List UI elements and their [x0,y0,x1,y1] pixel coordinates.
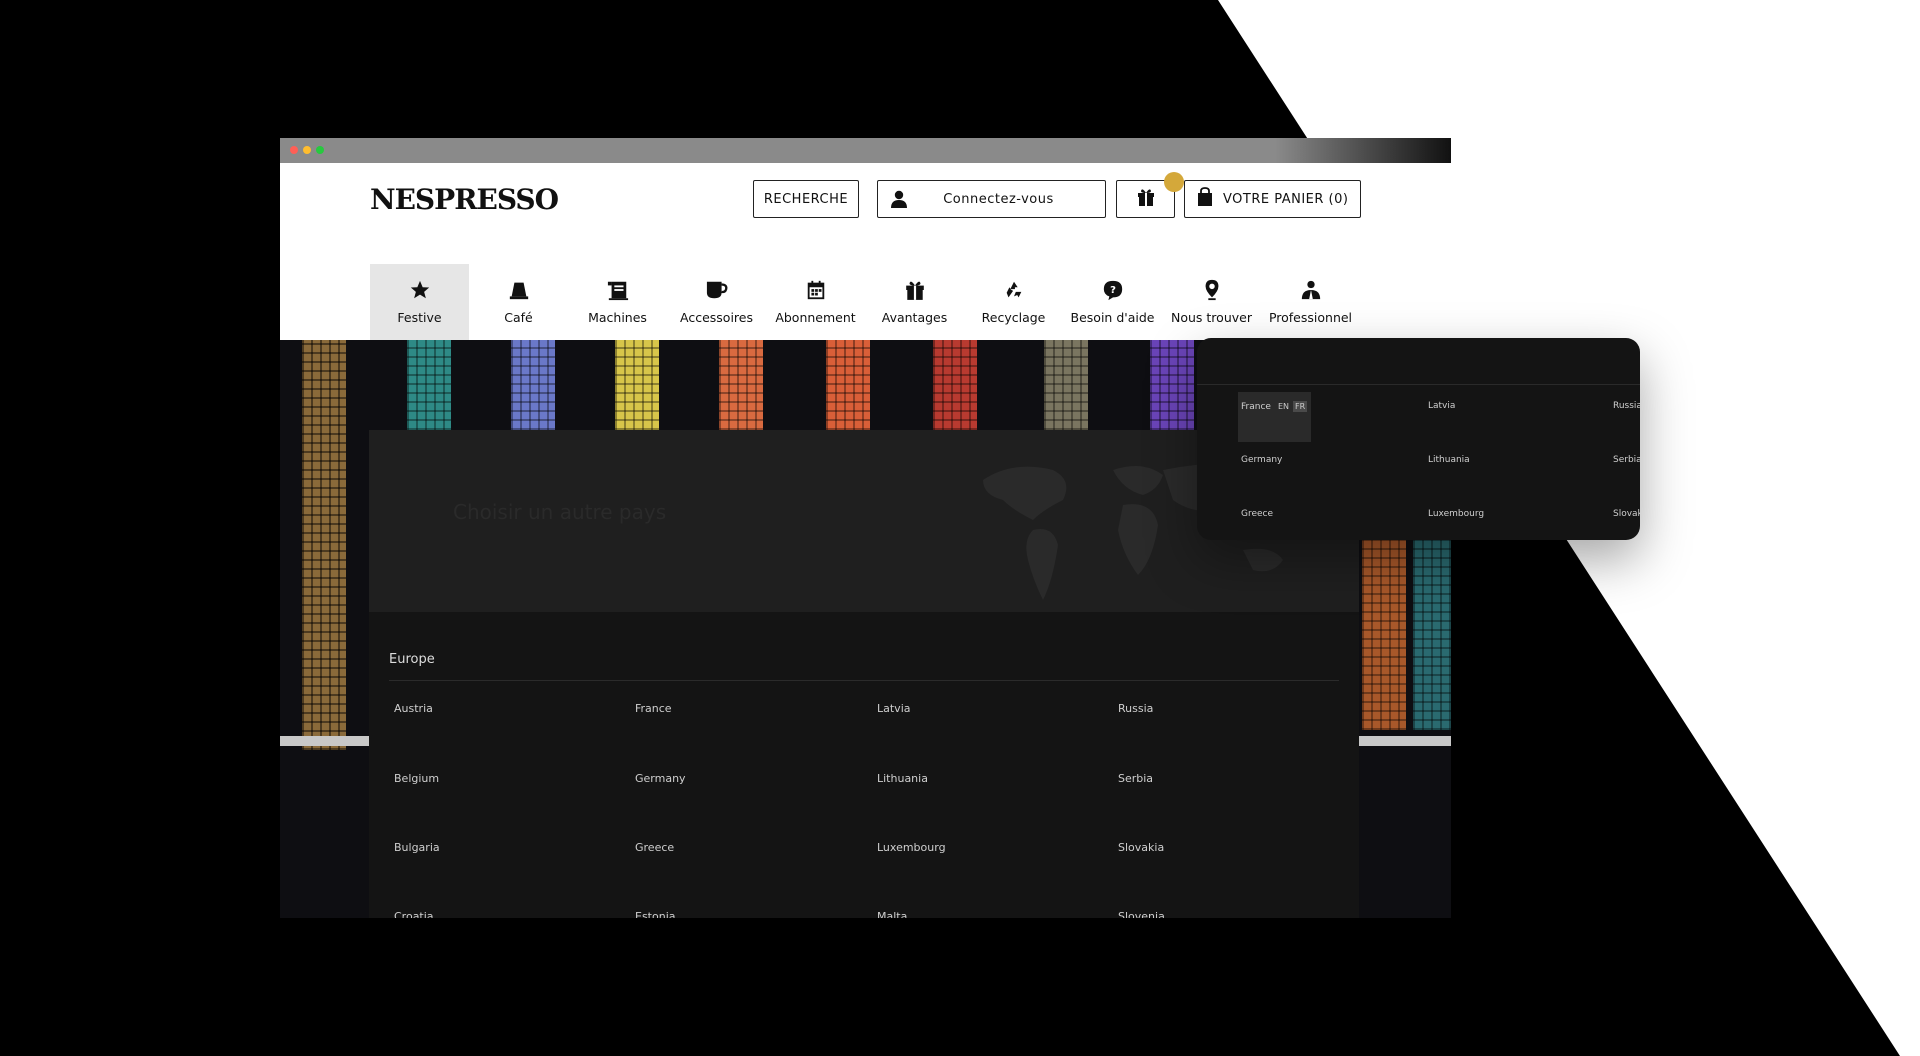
country-link[interactable]: Austria [394,702,433,715]
browser-title-bar [280,138,1451,163]
popup-country[interactable]: Luxembourg [1428,509,1484,519]
popup-country[interactable]: Russia [1613,401,1640,411]
divider [1197,384,1640,385]
main-navigation: Festive Café Machines Accessoires Abonne… [370,264,1360,345]
nav-item-machines[interactable]: Machines [568,264,667,345]
minimize-window-icon[interactable] [303,146,311,154]
calendar-icon [805,276,827,304]
nav-item-avantages[interactable]: Avantages [865,264,964,345]
nav-label-machines: Machines [588,310,647,325]
country-link[interactable]: Lithuania [877,772,928,785]
nav-item-abonnement[interactable]: Abonnement [766,264,865,345]
country-link[interactable]: Slovakia [1118,841,1164,854]
cup-icon [704,276,730,304]
language-option-fr[interactable]: FR [1293,401,1308,412]
search-button-label: RECHERCHE [763,191,849,207]
nav-item-festive[interactable]: Festive [370,264,469,345]
popup-country[interactable]: Latvia [1428,401,1455,411]
maximize-window-icon[interactable] [316,146,324,154]
coffee-capsule-icon [508,276,530,304]
popup-country[interactable]: Lithuania [1428,455,1470,465]
popup-country[interactable]: Greece [1241,509,1273,519]
country-link[interactable]: Serbia [1118,772,1153,785]
close-window-icon[interactable] [290,146,298,154]
country-selector-title: Choisir un autre pays [453,500,667,524]
login-button[interactable]: Connectez-vous [877,180,1106,218]
star-icon [409,276,431,304]
professional-icon [1299,276,1323,304]
nav-label-professionnel: Professionnel [1268,310,1353,325]
site-header: NESPRESSO RECHERCHE Connectez-vous VOTRE… [280,163,1451,345]
nav-label-recyclage: Recyclage [981,310,1046,325]
help-icon: ? [1101,276,1125,304]
divider [389,680,1339,681]
popup-country[interactable]: Serbia [1613,455,1640,465]
capsule-column [1044,340,1088,430]
cart-button-label: VOTRE PANIER (0) [1223,191,1349,207]
capsule-column [407,340,451,430]
capsule-column [1362,540,1406,730]
shelf-edge [280,736,369,746]
capsule-column [302,340,346,750]
capsule-column [615,340,659,430]
login-button-label: Connectez-vous [943,191,1054,207]
nav-label-cafe: Café [504,310,533,325]
nav-label-nous-trouver: Nous trouver [1171,310,1252,325]
country-link[interactable]: Russia [1118,702,1153,715]
capsule-column [511,340,555,430]
active-country-tile[interactable] [1238,392,1311,442]
capsule-column [1413,540,1451,730]
recycle-icon [1003,276,1025,304]
country-link[interactable]: Germany [635,772,686,785]
country-link[interactable]: Belgium [394,772,439,785]
nav-label-accessoires: Accessoires [680,310,753,325]
country-link[interactable]: Bulgaria [394,841,440,854]
shelf-edge [1359,736,1451,746]
capsule-column [1150,340,1194,430]
country-link[interactable]: Luxembourg [877,841,946,854]
nav-label-avantages: Avantages [881,310,948,325]
nav-label-abonnement: Abonnement [775,310,856,325]
capsule-column [933,340,977,430]
nav-item-nous-trouver[interactable]: Nous trouver [1162,264,1261,345]
machine-icon [605,276,631,304]
country-link[interactable]: Estonia [635,910,676,918]
country-link[interactable]: Slovenia [1118,910,1165,918]
cart-button[interactable]: VOTRE PANIER (0) [1184,180,1361,218]
country-link[interactable]: Croatia [394,910,434,918]
notification-badge [1164,172,1184,192]
nav-label-besoin-aide: Besoin d'aide [1070,310,1155,325]
country-link[interactable]: France [635,702,672,715]
capsule-column [719,340,763,430]
user-icon [890,190,908,212]
country-link[interactable]: Greece [635,841,674,854]
country-language-popup: France EN FR Latvia Russia Germany Lithu… [1197,338,1640,540]
popup-active-country: France [1241,402,1271,412]
country-link[interactable]: Latvia [877,702,911,715]
nav-item-cafe[interactable]: Café [469,264,568,345]
search-button[interactable]: RECHERCHE [753,180,859,218]
gift-icon [904,276,926,304]
nav-item-professionnel[interactable]: Professionnel [1261,264,1360,345]
capsule-column [826,340,870,430]
language-option-en[interactable]: EN [1276,401,1291,412]
nespresso-logo[interactable]: NESPRESSO [370,183,559,216]
shopping-bag-icon [1197,187,1213,211]
nav-item-accessoires[interactable]: Accessoires [667,264,766,345]
nav-item-recyclage[interactable]: Recyclage [964,264,1063,345]
popup-country[interactable]: Germany [1241,455,1282,465]
svg-text:?: ? [1110,285,1116,296]
popup-country[interactable]: Slovaki [1613,509,1640,519]
region-heading: Europe [389,652,435,667]
nav-item-besoin-aide[interactable]: ? Besoin d'aide [1063,264,1162,345]
gift-icon [1136,187,1156,211]
country-link[interactable]: Malta [877,910,907,918]
location-pin-icon [1203,276,1221,304]
nav-label-festive: Festive [397,310,442,325]
